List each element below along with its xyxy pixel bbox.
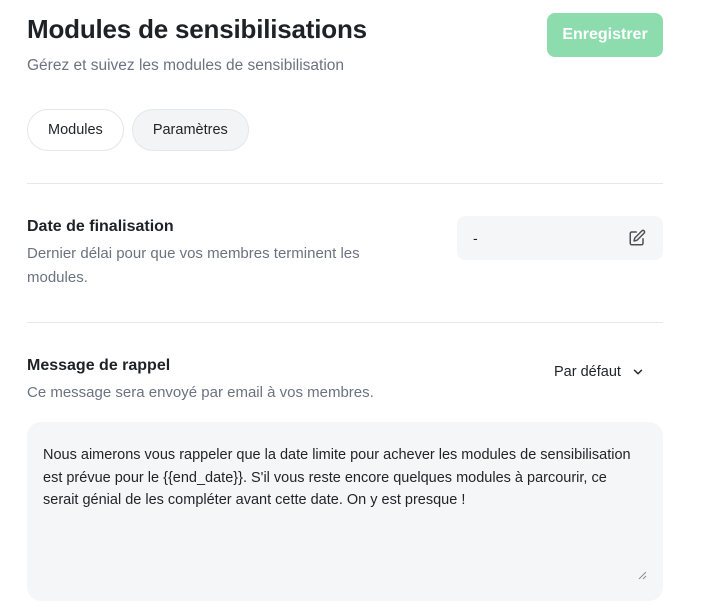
edit-icon[interactable] [627, 228, 647, 248]
tab-parametres[interactable]: Paramètres [131, 109, 249, 151]
deadline-description: Dernier délai pour que vos membres termi… [27, 245, 360, 286]
resize-handle-icon[interactable] [637, 567, 647, 580]
tab-modules[interactable]: Modules [27, 109, 124, 151]
template-dropdown[interactable]: Par défaut [554, 364, 645, 380]
reminder-message-textarea[interactable]: Nous aimerons vous rappeler que la date … [27, 422, 663, 601]
deadline-field[interactable]: - [457, 216, 663, 260]
save-button[interactable]: Enregistrer [547, 13, 663, 57]
reminder-description: Ce message sera envoyé par email à vos m… [27, 384, 374, 401]
reminder-message-text[interactable]: Nous aimerons vous rappeler que la date … [43, 444, 643, 512]
chevron-down-icon [631, 365, 645, 379]
section-divider [27, 322, 663, 323]
page-subtitle: Gérez et suivez les modules de sensibili… [27, 57, 345, 74]
section-divider [27, 183, 663, 184]
template-dropdown-value: Par défaut [554, 364, 621, 380]
tab-bar: Modules Paramètres [27, 109, 249, 151]
deadline-value: - [473, 230, 478, 246]
reminder-title: Message de rappel [27, 357, 171, 374]
deadline-title: Date de finalisation [27, 218, 174, 235]
page-title: Modules de sensibilisations [27, 14, 367, 44]
